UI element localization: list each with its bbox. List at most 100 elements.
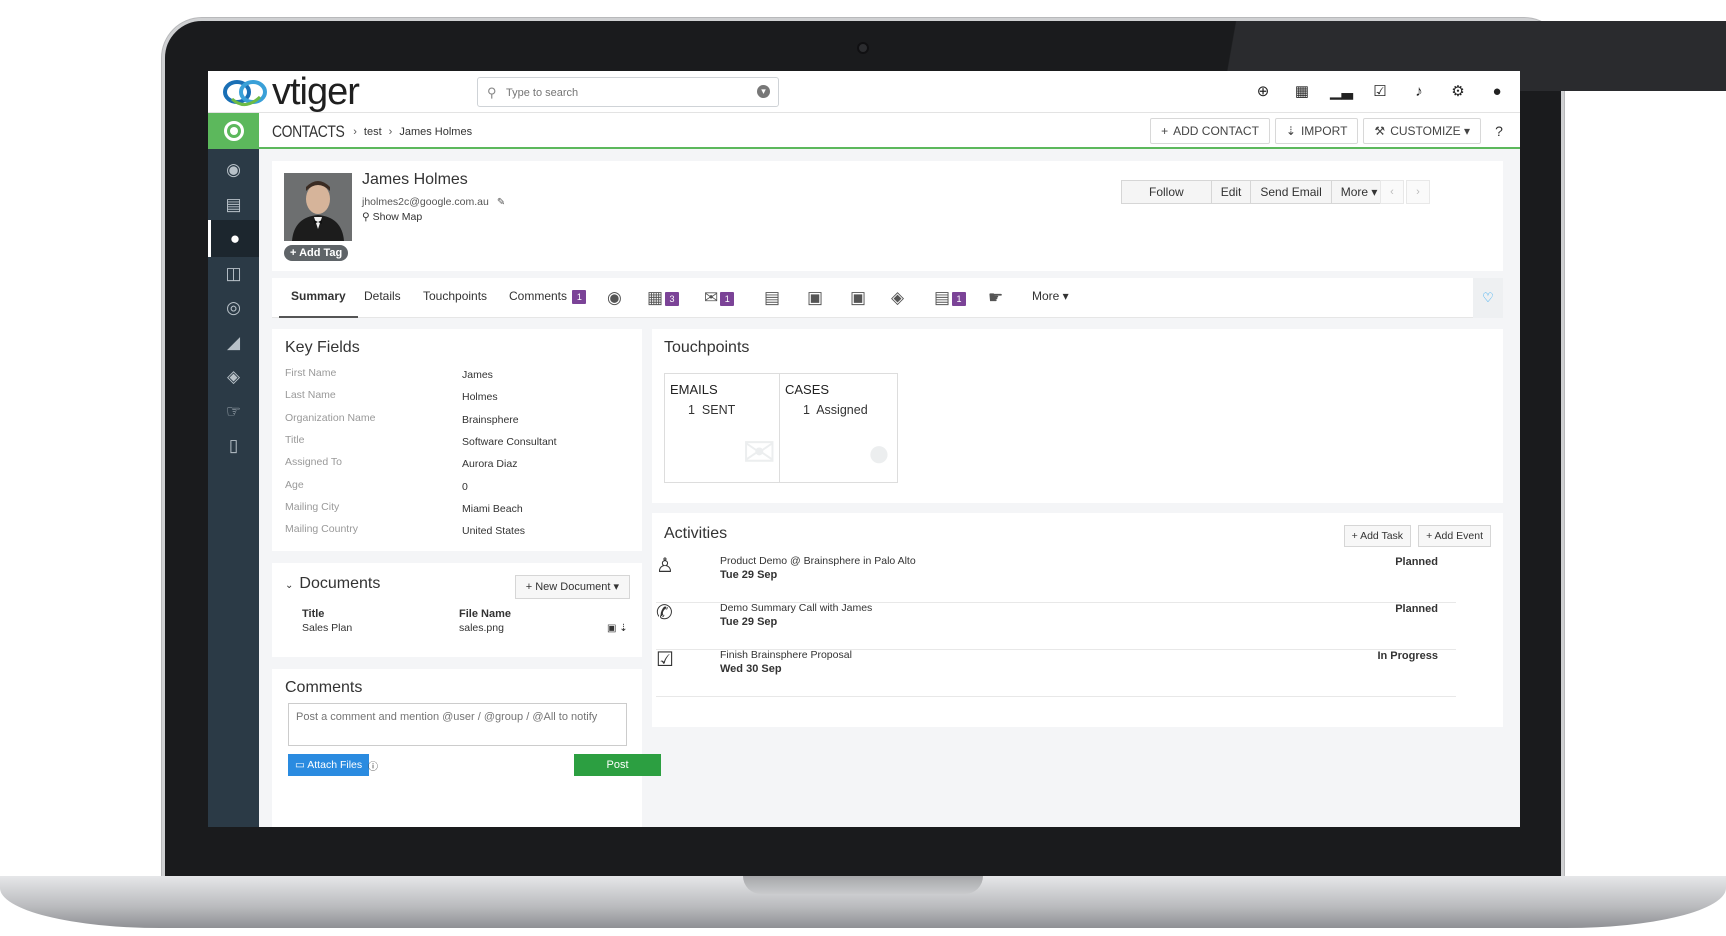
tab-sales-order-icon[interactable]: ▣	[850, 288, 866, 308]
tab-details[interactable]: Details	[364, 278, 401, 318]
activity-actions: + Add Task + Add Event	[1343, 525, 1491, 547]
more-label: More	[1340, 185, 1369, 199]
key-field-value[interactable]: Brainsphere	[462, 414, 519, 426]
key-field-value[interactable]: Aurora Diaz	[462, 458, 517, 470]
emails-touchpoint-card[interactable]: EMAILS 1 SENT ✉	[664, 373, 783, 483]
documents-title[interactable]: ⌄ Documents	[285, 575, 380, 593]
home-button[interactable]	[208, 113, 259, 149]
key-field-value[interactable]: Miami Beach	[462, 503, 523, 515]
tab-purchase-order-icon[interactable]: ▣	[807, 288, 823, 308]
add-tag-label: Add Tag	[299, 247, 343, 259]
twitter-icon[interactable]: ♡	[1473, 278, 1503, 318]
calendar-icon[interactable]: ▦	[1291, 82, 1313, 102]
tab-summary[interactable]: Summary	[279, 278, 358, 318]
new-document-button[interactable]: + New Document ▾	[514, 575, 630, 599]
edit-button[interactable]: Edit	[1210, 180, 1252, 204]
check-square-icon[interactable]: ☑	[1369, 82, 1391, 102]
tab-touchpoints[interactable]: Touchpoints	[423, 278, 487, 318]
documents-col-file: File Name	[459, 608, 511, 620]
marketing-icon[interactable]: ☞	[208, 393, 259, 430]
bell-icon[interactable]: ♪	[1408, 82, 1430, 102]
contacts-person-icon[interactable]: ●	[208, 220, 259, 257]
previous-record-icon[interactable]: ‹	[1380, 180, 1404, 204]
key-field-value[interactable]: Software Consultant	[462, 436, 557, 448]
key-field-value[interactable]: 0	[462, 481, 468, 493]
attach-files-button[interactable]: ▭ Attach Files	[288, 754, 370, 776]
tab-documents-icon[interactable]: ▤ 1	[934, 288, 967, 308]
activity-title[interactable]: Demo Summary Call with James	[720, 602, 872, 614]
gear-icon[interactable]: ⚙	[1447, 82, 1469, 102]
tab-contacts-book-icon[interactable]: ▤	[764, 288, 780, 308]
key-field-value[interactable]: James	[462, 369, 493, 381]
info-icon[interactable]: ⓘ	[368, 758, 378, 773]
pencil-icon[interactable]: ✎	[497, 197, 505, 208]
comment-input[interactable]	[288, 703, 627, 746]
plus-circle-icon[interactable]: ⊕	[1252, 82, 1274, 102]
image-download-icon[interactable]: ▣ ⇣	[607, 623, 628, 634]
avatar	[284, 173, 352, 241]
bar-chart-icon[interactable]: ▁▃	[1330, 82, 1353, 102]
cases-touchpoint-card[interactable]: CASES 1 Assigned ●	[779, 373, 898, 483]
task-icon: ☑	[656, 649, 674, 671]
key-field-value[interactable]: Holmes	[462, 391, 498, 403]
document-title[interactable]: Sales Plan	[302, 622, 352, 634]
add-contact-button[interactable]: + ADD CONTACT	[1150, 118, 1270, 144]
add-event-label: Add Event	[1434, 530, 1483, 542]
emails-stat: 1 SENT	[688, 403, 735, 417]
tab-events-icon[interactable]: ▦ 3	[647, 288, 680, 308]
tab-campaigns-icon[interactable]: ☛	[988, 288, 1003, 308]
add-event-button[interactable]: + Add Event	[1418, 525, 1491, 547]
next-record-icon[interactable]: ›	[1406, 180, 1430, 204]
key-field-value[interactable]: United States	[462, 525, 525, 537]
vtiger-logo[interactable]: vtiger	[222, 73, 360, 111]
activity-status[interactable]: In Progress	[1377, 650, 1438, 662]
analytics-icon[interactable]: ◢	[208, 324, 259, 361]
activity-row[interactable]: ☑ Finish Brainsphere Proposal Wed 30 Sep…	[656, 645, 1456, 697]
show-map-link[interactable]: ⚲ Show Map	[362, 211, 422, 223]
organization-icon[interactable]: ◫	[208, 255, 259, 292]
comments-count-badge: 1	[572, 289, 587, 304]
email-text[interactable]: jholmes2c@google.com.au	[362, 196, 489, 208]
emails-count: 1	[688, 403, 695, 417]
activity-title[interactable]: Product Demo @ Brainsphere in Palo Alto	[720, 555, 916, 567]
money-bag-icon[interactable]: ◉	[208, 151, 259, 188]
search-input[interactable]	[506, 84, 746, 102]
tab-more[interactable]: More ▾	[1032, 278, 1069, 318]
contact-email[interactable]: jholmes2c@google.com.au ✎	[362, 196, 505, 208]
document-file[interactable]: sales.png	[459, 622, 504, 634]
chevron-down-icon[interactable]: ▾	[757, 85, 770, 98]
send-email-button[interactable]: Send Email	[1250, 180, 1332, 204]
follow-button[interactable]: Follow	[1121, 180, 1212, 204]
activity-row[interactable]: ♙ Product Demo @ Brainsphere in Palo Alt…	[656, 551, 1456, 603]
user-icon[interactable]: ●	[1486, 82, 1508, 102]
contact-book-icon[interactable]: ▤	[208, 186, 259, 223]
breadcrumb-module[interactable]: CONTACTS	[272, 122, 345, 142]
add-task-button[interactable]: + Add Task	[1343, 525, 1412, 547]
support-icon[interactable]: ◎	[208, 289, 259, 326]
key-field-row: Last Name Holmes	[285, 389, 635, 411]
activity-row[interactable]: ✆ Demo Summary Call with James Tue 29 Se…	[656, 598, 1456, 650]
activity-status[interactable]: Planned	[1395, 603, 1438, 615]
global-search[interactable]: ⚲ ▾	[477, 77, 779, 107]
inventory-icon[interactable]: ◈	[208, 358, 259, 395]
add-tag-button[interactable]: + Add Tag	[284, 245, 349, 261]
webcam	[857, 42, 869, 54]
customize-button[interactable]: ⚒ CUSTOMIZE ▾	[1363, 118, 1481, 144]
help-icon[interactable]: ?	[1490, 123, 1508, 139]
record-tabs: Summary Details Touchpoints Comments 1 ◉…	[272, 278, 1503, 318]
tab-products-icon[interactable]: ◈	[891, 288, 904, 308]
mobile-icon[interactable]: ▯	[208, 427, 259, 464]
top-icons: ⊕ ▦ ▁▃ ☑ ♪ ⚙ ●	[1252, 82, 1508, 102]
more-button[interactable]: More ▾	[1330, 180, 1388, 204]
tab-emails-icon[interactable]: ✉ 1	[704, 288, 735, 308]
post-button[interactable]: Post	[574, 754, 661, 776]
activity-title[interactable]: Finish Brainsphere Proposal	[720, 649, 852, 661]
breadcrumb-list[interactable]: test	[364, 126, 382, 138]
import-button[interactable]: ⇣ IMPORT	[1274, 118, 1359, 144]
top-bar: vtiger ⚲ ▾ ⊕ ▦ ▁▃ ☑ ♪ ⚙ ●	[208, 71, 1520, 113]
tab-comments[interactable]: Comments 1	[509, 278, 587, 318]
tab-deals-icon[interactable]: ◉	[607, 288, 622, 308]
key-field-label: Organization Name	[285, 411, 376, 424]
key-field-label: Age	[285, 478, 304, 491]
activity-status[interactable]: Planned	[1395, 556, 1438, 568]
